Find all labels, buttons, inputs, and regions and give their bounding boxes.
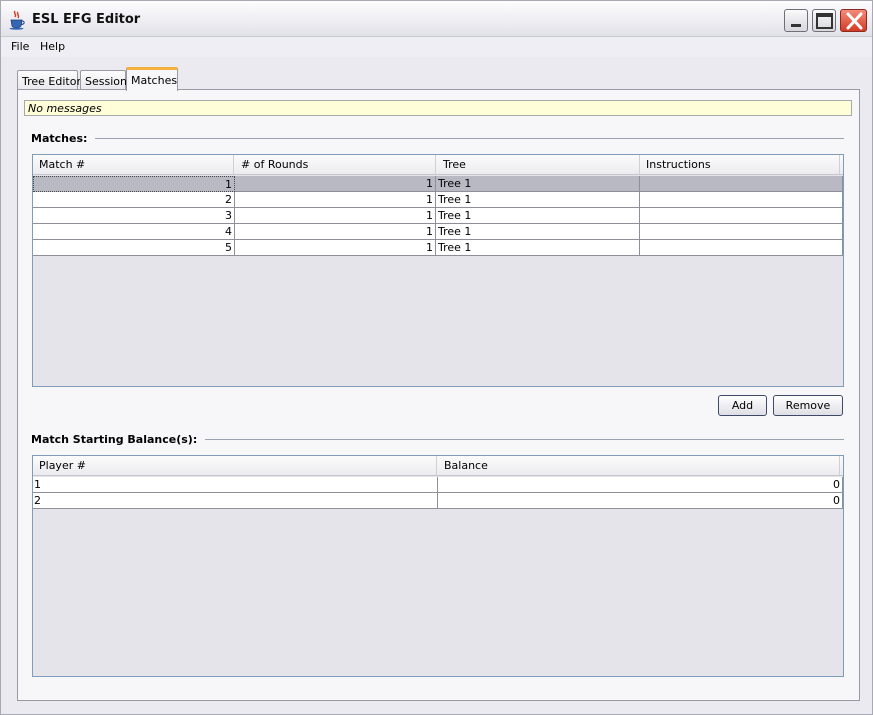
section-divider [32, 138, 844, 139]
table-row[interactable]: 2 0 [33, 493, 843, 509]
cell-tree[interactable]: Tree 1 [436, 176, 640, 192]
minimize-button[interactable] [784, 9, 808, 32]
matches-panel: No messages Matches: Match # # of Rounds… [17, 89, 860, 701]
tab-tree-editor[interactable]: Tree Editor [17, 70, 81, 91]
tab-matches[interactable]: Matches [126, 67, 178, 91]
cell-match-number[interactable]: 2 [33, 192, 235, 208]
cell-rounds[interactable]: 1 [235, 176, 436, 192]
minimize-icon [791, 24, 801, 27]
cell-balance[interactable]: 0 [438, 477, 843, 493]
column-header-match-number[interactable]: Match # [33, 155, 234, 174]
cell-player-number[interactable]: 2 [33, 493, 438, 509]
menu-bar: File Help [1, 37, 872, 57]
java-cup-icon [8, 10, 26, 30]
cell-instructions[interactable] [640, 224, 843, 240]
cell-match-number[interactable]: 3 [33, 208, 235, 224]
cell-rounds[interactable]: 1 [235, 208, 436, 224]
cell-match-number[interactable]: 1 [33, 176, 235, 192]
cell-tree[interactable]: Tree 1 [436, 208, 640, 224]
cell-instructions[interactable] [640, 176, 843, 192]
menu-help[interactable]: Help [40, 40, 65, 53]
table-row[interactable]: 2 1 Tree 1 [33, 192, 843, 208]
balances-table: Player # Balance 1 0 2 0 [32, 455, 844, 677]
column-header-rounds[interactable]: # of Rounds [235, 155, 436, 174]
cell-player-number[interactable]: 1 [33, 477, 438, 493]
maximize-icon [816, 13, 833, 29]
cell-tree[interactable]: Tree 1 [436, 240, 640, 256]
maximize-button[interactable] [812, 9, 836, 32]
cell-tree[interactable]: Tree 1 [436, 224, 640, 240]
balances-table-header: Player # Balance [33, 456, 843, 476]
message-bar: No messages [24, 100, 852, 116]
matches-table-header: Match # # of Rounds Tree Instructions [33, 155, 843, 175]
cell-match-number[interactable]: 4 [33, 224, 235, 240]
column-header-instructions[interactable]: Instructions [640, 155, 840, 174]
cell-match-number[interactable]: 5 [33, 240, 235, 256]
table-row[interactable]: 5 1 Tree 1 [33, 240, 843, 256]
close-button[interactable] [840, 9, 867, 32]
cell-rounds[interactable]: 1 [235, 240, 436, 256]
column-header-balance[interactable]: Balance [438, 456, 840, 475]
table-row[interactable]: 1 0 [33, 477, 843, 493]
menu-file[interactable]: File [11, 40, 29, 53]
cell-balance[interactable]: 0 [438, 493, 843, 509]
cell-rounds[interactable]: 1 [235, 224, 436, 240]
matches-section-title: Matches: [31, 132, 96, 145]
close-icon [846, 12, 863, 30]
column-header-player-number[interactable]: Player # [33, 456, 437, 475]
tab-session[interactable]: Session [80, 70, 127, 91]
remove-button[interactable]: Remove [773, 395, 843, 416]
balances-section-title: Match Starting Balance(s): [31, 433, 206, 446]
cell-instructions[interactable] [640, 240, 843, 256]
cell-tree[interactable]: Tree 1 [436, 192, 640, 208]
cell-instructions[interactable] [640, 208, 843, 224]
window-title: ESL EFG Editor [32, 12, 141, 27]
cell-instructions[interactable] [640, 192, 843, 208]
column-header-tree[interactable]: Tree [437, 155, 640, 174]
title-bar[interactable]: ESL EFG Editor [1, 1, 872, 37]
add-button[interactable]: Add [718, 395, 767, 416]
cell-rounds[interactable]: 1 [235, 192, 436, 208]
table-row[interactable]: 3 1 Tree 1 [33, 208, 843, 224]
app-window: ESL EFG Editor File Help Tree Editor Ses… [0, 0, 873, 715]
table-row[interactable]: 1 1 Tree 1 [33, 176, 843, 192]
matches-table: Match # # of Rounds Tree Instructions 1 … [32, 154, 844, 387]
table-row[interactable]: 4 1 Tree 1 [33, 224, 843, 240]
